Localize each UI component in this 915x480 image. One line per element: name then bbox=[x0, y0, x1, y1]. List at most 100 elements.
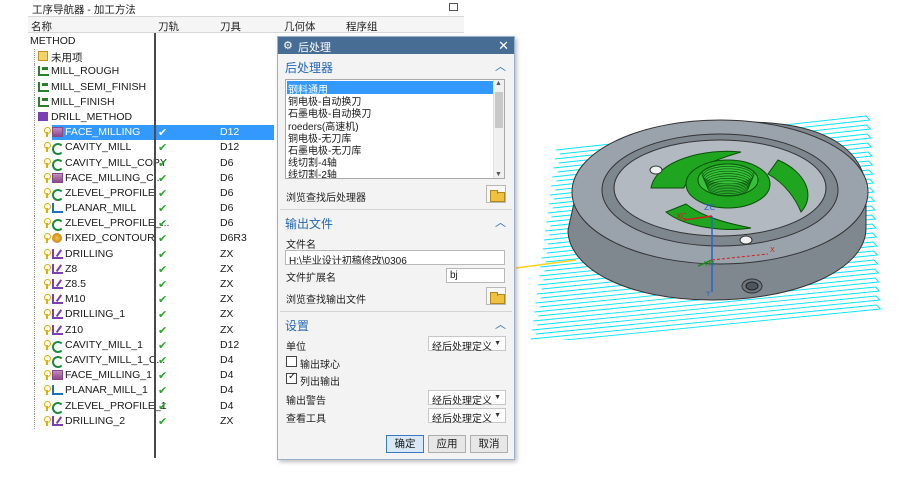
postprocessor-list-item[interactable]: 石墨电极-自动换刀 bbox=[287, 105, 371, 120]
key-icon bbox=[44, 279, 51, 289]
postprocessor-list-item[interactable]: 铜电极-自动换刀 bbox=[287, 93, 361, 108]
key-icon bbox=[44, 385, 51, 396]
restore-window-icon[interactable] bbox=[449, 3, 458, 11]
row-name: Z10 bbox=[65, 323, 84, 336]
section-postprocessor-header[interactable]: 后处理器 ︿ bbox=[278, 57, 514, 75]
column-header-geometry[interactable]: 几何体 bbox=[284, 19, 316, 34]
close-icon[interactable]: ✕ bbox=[498, 38, 509, 54]
key-icon bbox=[44, 415, 51, 426]
navigator-title-bar: 工序导航器 - 加工方法 bbox=[30, 1, 464, 16]
scroll-down-icon[interactable]: ▼ bbox=[495, 171, 502, 178]
cancel-button[interactable]: 取消 bbox=[470, 435, 508, 453]
row-tool: D6 bbox=[220, 156, 234, 169]
machined-part[interactable] bbox=[567, 119, 869, 301]
row-name: DRILLING_2 bbox=[65, 414, 126, 427]
postprocessor-list-scrollbar[interactable]: ▲ ▼ bbox=[493, 80, 504, 178]
browse-output-folder-icon[interactable] bbox=[486, 287, 506, 305]
key-icon bbox=[44, 324, 51, 335]
row-name: 未用项 bbox=[51, 52, 83, 65]
postprocessor-list-item[interactable]: 铜电极-无刀库 bbox=[287, 130, 351, 145]
cavity-operation-icon bbox=[52, 142, 64, 156]
cavity-operation-icon bbox=[52, 218, 64, 232]
list-output-checkbox[interactable]: ✓ bbox=[286, 371, 297, 384]
graphics-viewport[interactable]: ZC XC YM Y X bbox=[516, 100, 915, 340]
row-name: FACE_MILLING_C... bbox=[65, 171, 163, 184]
toolpath-status-check-icon: ✔ bbox=[158, 339, 168, 352]
postprocessor-list-item[interactable]: 线切割-2轴 bbox=[287, 166, 337, 178]
scroll-up-icon[interactable]: ▲ bbox=[495, 80, 502, 87]
key-icon bbox=[44, 233, 51, 244]
tree-connector-line bbox=[34, 352, 35, 369]
output-warning-dropdown[interactable]: 经后处理定义 ▼ bbox=[428, 390, 506, 407]
toolpath-status-check-icon: ✔ bbox=[158, 324, 168, 337]
drill-operation-icon bbox=[52, 309, 63, 320]
planar-operation-icon bbox=[52, 385, 63, 396]
chevron-up-icon[interactable]: ︿ bbox=[495, 316, 506, 332]
row-name: ZLEVEL_PROFILE bbox=[65, 186, 155, 199]
side-hole-inner bbox=[745, 281, 759, 291]
drill-operation-icon bbox=[52, 248, 63, 259]
ok-button[interactable]: 确定 bbox=[386, 435, 424, 453]
dialog-title-bar[interactable]: ⚙ 后处理 ✕ bbox=[278, 37, 514, 54]
row-name: MILL_FINISH bbox=[51, 95, 115, 108]
key-icon bbox=[44, 172, 51, 183]
toolpath-status-check-icon: ✔ bbox=[158, 203, 168, 216]
column-header-path[interactable]: 刀轨 bbox=[158, 19, 179, 34]
tree-connector-line bbox=[34, 49, 35, 65]
row-name: PLANAR_MILL bbox=[65, 202, 137, 215]
row-tool: D6 bbox=[220, 186, 234, 199]
toolpath-status-check-icon: ✔ bbox=[158, 279, 168, 291]
navigator-title: 工序导航器 - 加工方法 bbox=[32, 4, 136, 16]
section-postprocessor-title: 后处理器 bbox=[285, 61, 334, 75]
row-tool: ZX bbox=[220, 308, 234, 321]
cavity-operation-icon bbox=[52, 340, 64, 353]
section-output-header[interactable]: 输出文件 ︿ bbox=[278, 213, 514, 231]
postprocessor-list-item[interactable]: roeders(高速机) bbox=[287, 118, 359, 133]
row-name: M10 bbox=[65, 293, 86, 306]
row-name: CAVITY_MILL_1 bbox=[65, 338, 144, 351]
apply-button[interactable]: 应用 bbox=[428, 435, 466, 453]
unit-label: 单位 bbox=[286, 342, 306, 353]
row-tool: D6 bbox=[220, 202, 234, 215]
output-warning-dropdown-value: 经后处理定义 bbox=[432, 396, 492, 407]
label-zc: ZC bbox=[704, 203, 715, 212]
output-ball-checkbox[interactable] bbox=[286, 356, 297, 367]
tree-connector-line bbox=[34, 94, 35, 110]
unit-dropdown[interactable]: 经后处理定义 ▼ bbox=[428, 336, 506, 353]
check-tool-dropdown[interactable]: 经后处理定义 ▼ bbox=[428, 408, 506, 425]
toolpath-status-check-icon: ✔ bbox=[158, 370, 168, 383]
chevron-down-icon: ▼ bbox=[494, 340, 501, 347]
row-tool: D4 bbox=[220, 353, 234, 366]
extension-input[interactable]: bj bbox=[446, 268, 505, 283]
column-header-name[interactable]: 名称 bbox=[31, 19, 52, 34]
mount-hole-2 bbox=[739, 235, 753, 245]
chevron-up-icon[interactable]: ︿ bbox=[495, 214, 506, 230]
postprocessor-list[interactable]: 钢料通用 铜电极-自动换刀 石墨电极-自动换刀 roeders(高速机) 铜电极-无刀库… bbox=[285, 79, 505, 179]
postprocessor-list-item[interactable]: 钢料通用 bbox=[287, 81, 497, 96]
section-settings-header[interactable]: 设置 ︿ bbox=[278, 315, 514, 333]
toolpath-status-check-icon: ✔ bbox=[158, 127, 168, 140]
row-name: DRILL_METHOD bbox=[51, 110, 133, 123]
key-icon bbox=[44, 263, 51, 274]
browse-postprocessor-folder-icon[interactable] bbox=[486, 185, 506, 203]
scroll-thumb[interactable] bbox=[495, 92, 503, 128]
extension-label: 文件扩展名 bbox=[286, 273, 336, 284]
postprocessor-list-item[interactable]: 线切割-4轴 bbox=[287, 154, 337, 169]
postprocessor-list-item[interactable]: 石墨电极-无刀库 bbox=[287, 142, 361, 157]
filename-input[interactable]: H:\毕业设计初稿修改\0306 bbox=[285, 250, 505, 265]
label-xc: XC bbox=[676, 212, 687, 221]
column-header-tool[interactable]: 刀具 bbox=[220, 19, 241, 34]
chevron-up-icon[interactable]: ︿ bbox=[495, 58, 506, 74]
key-icon bbox=[44, 309, 51, 320]
chevron-down-icon: ▼ bbox=[494, 412, 501, 419]
column-divider bbox=[154, 33, 156, 458]
key-icon bbox=[44, 187, 51, 198]
column-header-program[interactable]: 程序组 bbox=[346, 19, 378, 34]
mount-hole-1 bbox=[649, 165, 663, 175]
key-icon bbox=[44, 203, 51, 214]
key-icon bbox=[44, 294, 51, 305]
unit-dropdown-value: 经后处理定义 bbox=[432, 342, 492, 353]
row-name: MILL_SEMI_FINISH bbox=[51, 80, 147, 93]
toolpath-status-check-icon: ✔ bbox=[158, 385, 168, 398]
key-icon bbox=[44, 142, 51, 153]
